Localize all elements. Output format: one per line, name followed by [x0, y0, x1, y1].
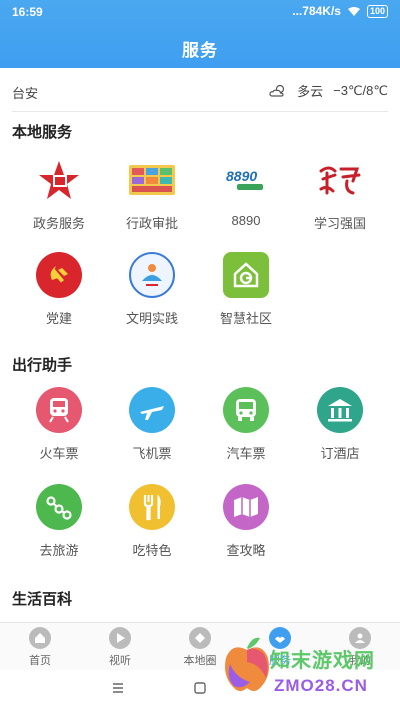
tab-label: 首页: [29, 655, 51, 667]
divider: [12, 111, 388, 112]
travel-label: 去旅游: [39, 543, 79, 558]
menu-icon[interactable]: [112, 682, 124, 694]
travel-label: 订酒店: [320, 446, 360, 461]
travel-bus[interactable]: 汽车票: [196, 387, 296, 462]
service-label: 行政审批: [125, 216, 178, 231]
apple-logo-icon: [225, 637, 269, 691]
section-title-travel: 出行助手: [12, 357, 73, 374]
service-zhihui[interactable]: 智慧社区: [196, 252, 296, 327]
service-label: 政务服务: [32, 216, 85, 231]
travel-train[interactable]: 火车票: [9, 387, 109, 462]
service-label: 8890: [231, 213, 261, 228]
city-label[interactable]: 台安: [12, 83, 38, 102]
weather-info: 多云 −3℃/8℃: [269, 81, 388, 100]
battery-icon: 100: [366, 4, 388, 18]
approval-grid-icon: [129, 157, 175, 203]
home-icon: [29, 627, 51, 649]
travel-label: 吃特色: [132, 543, 172, 558]
plane-icon: [129, 387, 175, 433]
watermark: 知末游戏网 ZMO28.CN: [222, 626, 392, 706]
service-zhengwu[interactable]: 政务服务: [9, 157, 109, 232]
map-icon: [223, 484, 269, 530]
home-square-icon[interactable]: [194, 682, 206, 694]
status-right: ...784K/s 100: [292, 4, 388, 18]
travel-hotel[interactable]: 订酒店: [290, 387, 390, 462]
tab-home[interactable]: 首页: [0, 627, 80, 668]
service-xuexi[interactable]: 学习强国: [290, 157, 390, 232]
smart-community-icon: [223, 252, 269, 298]
cloudy-icon: [269, 84, 285, 97]
section-title-local: 本地服务: [12, 124, 73, 141]
bus-icon: [223, 387, 269, 433]
network-speed: ...784K/s: [292, 4, 341, 18]
wifi-icon: [347, 6, 360, 16]
travel-plane[interactable]: 飞机票: [102, 387, 202, 462]
tab-video[interactable]: 视听: [80, 627, 160, 668]
service-label: 智慧社区: [219, 311, 272, 326]
gov-star-icon: [36, 157, 82, 203]
page-title: 服务: [182, 41, 218, 60]
service-label: 文明实践: [125, 311, 178, 326]
party-emblem-icon: [36, 252, 82, 298]
play-icon: [109, 627, 131, 649]
tab-label: 视听: [109, 655, 131, 667]
travel-label: 火车票: [39, 446, 79, 461]
local-circle-icon: [189, 627, 211, 649]
service-wenming[interactable]: 文明实践: [102, 252, 202, 327]
weather-temp: −3℃/8℃: [333, 82, 388, 98]
cutlery-icon: [129, 484, 175, 530]
hotline-8890-icon: 8890: [223, 157, 269, 203]
weather-condition: 多云: [297, 84, 324, 99]
service-dangjian[interactable]: 党建: [9, 252, 109, 327]
route-icon: [36, 484, 82, 530]
travel-label: 查攻略: [226, 543, 266, 558]
section-title-life: 生活百科: [12, 591, 73, 608]
svg-text:8890: 8890: [226, 168, 257, 184]
watermark-text-cn: 知末游戏网: [270, 650, 375, 672]
travel-tour[interactable]: 去旅游: [9, 484, 109, 559]
train-icon: [36, 387, 82, 433]
study-calligraphy-icon: [317, 157, 363, 203]
status-time: 16:59: [12, 5, 43, 19]
service-label: 党建: [45, 311, 72, 326]
service-8890[interactable]: 8890 8890: [196, 157, 296, 228]
tab-label: 本地圈: [183, 655, 217, 667]
civilization-icon: [129, 252, 175, 298]
travel-food[interactable]: 吃特色: [102, 484, 202, 559]
weather-row: 台安 多云 −3℃/8℃: [12, 78, 388, 106]
hotel-icon: [317, 387, 363, 433]
service-label: 学习强国: [313, 216, 366, 231]
service-xingzheng[interactable]: 行政审批: [102, 157, 202, 232]
status-bar: 16:59 ...784K/s 100: [0, 0, 400, 24]
app-header: 16:59 ...784K/s 100 服务: [0, 0, 400, 68]
travel-label: 汽车票: [226, 446, 266, 461]
watermark-text-en: ZMO28.CN: [274, 676, 368, 695]
travel-label: 飞机票: [132, 446, 172, 461]
travel-guide[interactable]: 查攻略: [196, 484, 296, 559]
